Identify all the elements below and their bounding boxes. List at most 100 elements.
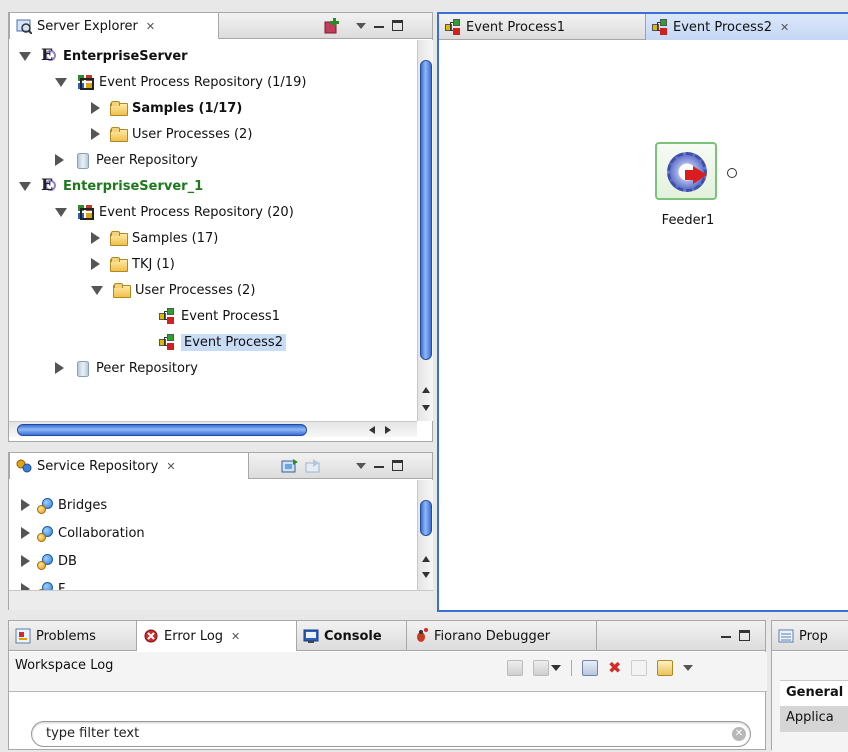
bottom-tabbar: Problems Error Log ✕ Console Fiorano Deb…: [9, 621, 765, 651]
service-item-f[interactable]: F: [21, 576, 65, 590]
import-menu-icon[interactable]: [551, 665, 561, 671]
maximize-icon[interactable]: [392, 460, 403, 471]
tree-row-enterprise-server[interactable]: E EnterpriseServer: [19, 43, 188, 69]
service-category-icon: [36, 581, 53, 590]
export-log-icon[interactable]: [507, 660, 523, 676]
close-icon[interactable]: ✕: [166, 460, 175, 473]
close-icon[interactable]: ✕: [146, 20, 155, 33]
tree-row-peer-repository[interactable]: Peer Repository: [55, 147, 198, 173]
feeder-node[interactable]: [655, 142, 719, 202]
tree-row-peer-repository[interactable]: Peer Repository: [55, 355, 198, 381]
properties-row-application[interactable]: Applica: [780, 706, 848, 732]
scroll-down-icon[interactable]: [422, 572, 430, 578]
clear-log-icon[interactable]: [582, 660, 598, 676]
expand-toggle-icon[interactable]: [19, 51, 31, 61]
scroll-right-icon[interactable]: [385, 426, 391, 434]
scroll-left-icon[interactable]: [369, 426, 375, 434]
scroll-down-icon[interactable]: [422, 405, 430, 411]
expand-toggle-icon[interactable]: [91, 258, 100, 270]
service-item-db[interactable]: DB: [21, 548, 77, 574]
new-server-icon[interactable]: [324, 18, 340, 34]
import-log-icon[interactable]: [533, 660, 549, 676]
view-menu-icon[interactable]: [356, 462, 366, 469]
tree-row-tkj[interactable]: TKJ (1): [91, 251, 175, 277]
expand-toggle-icon[interactable]: [55, 362, 64, 374]
tree-row-enterprise-server-1[interactable]: E EnterpriseServer_1: [19, 173, 203, 199]
tree-label: Event Process Repository (1/19): [99, 74, 307, 90]
expand-toggle-icon[interactable]: [91, 128, 100, 140]
expand-toggle-icon[interactable]: [21, 499, 30, 511]
process-canvas[interactable]: Feeder1: [439, 41, 848, 610]
view-menu-icon[interactable]: [683, 665, 694, 671]
open-log-icon[interactable]: [631, 660, 648, 676]
tree-row-event-process-repository[interactable]: Event Process Repository (20): [55, 199, 294, 225]
expand-toggle-icon[interactable]: [55, 207, 67, 217]
expand-toggle-icon[interactable]: [21, 555, 30, 567]
folder-icon: [110, 126, 128, 142]
expand-toggle-icon[interactable]: [19, 181, 31, 191]
tree-row-samples[interactable]: Samples (1/17): [91, 95, 242, 121]
scroll-up-icon[interactable]: [422, 387, 430, 393]
bottom-panel: Problems Error Log ✕ Console Fiorano Deb…: [8, 620, 767, 750]
service-item-bridges[interactable]: Bridges: [21, 492, 107, 518]
expand-toggle-icon[interactable]: [91, 102, 100, 114]
tab-problems[interactable]: Problems: [9, 621, 137, 651]
problems-icon: [15, 628, 31, 644]
scroll-up-icon[interactable]: [422, 556, 430, 562]
expand-toggle-icon[interactable]: [55, 77, 67, 87]
tree-row-user-processes[interactable]: User Processes (2): [91, 121, 252, 147]
horizontal-scrollbar[interactable]: [9, 421, 417, 437]
service-item-collaboration[interactable]: Collaboration: [21, 520, 145, 546]
scrollbar-thumb[interactable]: [420, 500, 432, 536]
tree-row-event-process-repository[interactable]: Event Process Repository (1/19): [55, 69, 306, 95]
minimize-icon[interactable]: [721, 635, 731, 638]
horizontal-scrollbar-track: [9, 590, 433, 610]
expand-toggle-icon[interactable]: [21, 527, 30, 539]
tree-row-user-processes[interactable]: User Processes (2): [91, 277, 255, 303]
properties-row-general[interactable]: General: [780, 680, 848, 706]
filter-field[interactable]: type filter text ✕: [31, 721, 751, 747]
close-icon[interactable]: ✕: [231, 630, 240, 643]
feeder-node-box[interactable]: [655, 142, 717, 200]
vertical-scrollbar[interactable]: [417, 480, 433, 590]
import-service-icon[interactable]: [281, 458, 299, 474]
expand-toggle-icon[interactable]: [21, 583, 30, 590]
tree-row-event-process2[interactable]: Event Process2: [149, 329, 286, 355]
clear-filter-icon[interactable]: ✕: [732, 727, 746, 741]
tree-row-event-process1[interactable]: Event Process1: [149, 303, 280, 329]
tab-error-log[interactable]: Error Log ✕: [137, 621, 297, 651]
tab-console[interactable]: Console: [297, 621, 407, 651]
tree-label: F: [58, 581, 66, 591]
tab-event-process2[interactable]: Event Process2 ✕: [645, 14, 848, 40]
event-process-icon: [445, 19, 461, 35]
tab-service-repository[interactable]: Service Repository ✕: [9, 453, 249, 479]
tree-label: Collaboration: [58, 525, 145, 541]
close-icon[interactable]: ✕: [780, 21, 789, 34]
scrollbar-thumb[interactable]: [17, 424, 307, 436]
expand-toggle-icon[interactable]: [55, 154, 64, 166]
delete-log-icon[interactable]: ✖: [608, 660, 621, 676]
tab-fiorano-debugger[interactable]: Fiorano Debugger: [407, 621, 597, 651]
view-menu-icon[interactable]: [356, 22, 366, 29]
export-service-icon[interactable]: [305, 458, 323, 474]
tree-row-samples[interactable]: Samples (17): [91, 225, 218, 251]
editor-tabbar: Event Process1 Event Process2 ✕: [439, 14, 848, 40]
tab-server-explorer[interactable]: Server Explorer ✕: [9, 13, 219, 39]
service-repository-tabbar: Service Repository ✕: [9, 453, 432, 479]
service-tree: Bridges Collaboration DB F: [9, 480, 417, 590]
folder-icon: [113, 282, 131, 298]
maximize-icon[interactable]: [739, 630, 750, 641]
maximize-icon[interactable]: [392, 20, 403, 31]
restore-log-icon[interactable]: [657, 660, 674, 676]
expand-toggle-icon[interactable]: [91, 285, 103, 295]
output-port[interactable]: [727, 168, 737, 178]
scrollbar-thumb[interactable]: [420, 60, 432, 360]
vertical-scrollbar[interactable]: [417, 40, 433, 421]
minimize-icon[interactable]: [374, 25, 384, 28]
expand-toggle-icon[interactable]: [91, 232, 100, 244]
minimize-icon[interactable]: [374, 465, 384, 468]
properties-view: Prop General Applica: [771, 620, 848, 752]
tab-event-process1[interactable]: Event Process1: [439, 14, 645, 40]
tab-error-log-label: Error Log: [164, 628, 224, 644]
tab-properties[interactable]: Prop: [772, 621, 848, 651]
